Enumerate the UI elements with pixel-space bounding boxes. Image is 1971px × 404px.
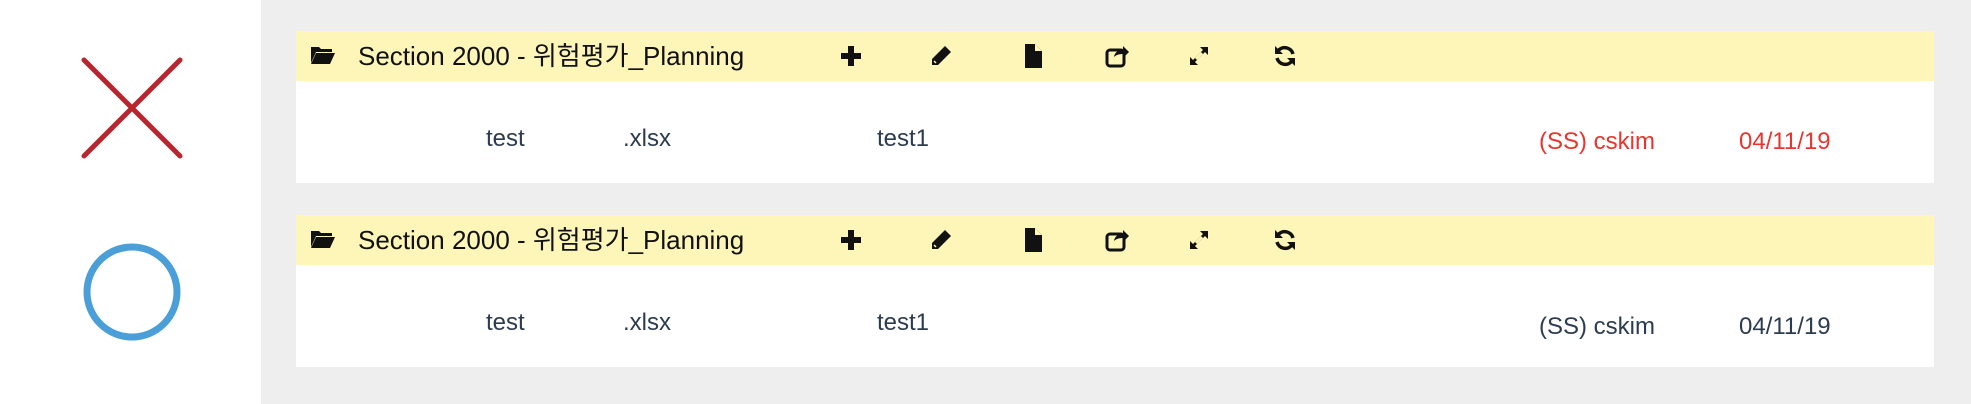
document-extension: .xlsx: [623, 309, 671, 336]
document-owner: (SS) cskim: [1539, 128, 1655, 155]
folder-open-icon[interactable]: [310, 45, 336, 65]
document-section-card: Section 2000 - 위험평가_Planning test .xlsx: [296, 215, 1934, 367]
document-section-card: Section 2000 - 위험평가_Planning test .xlsx: [296, 31, 1934, 183]
examples-panel: Section 2000 - 위험평가_Planning test .xlsx: [261, 0, 1971, 404]
document-date: 04/11/19: [1739, 128, 1831, 155]
document-name: test: [486, 309, 525, 336]
example-markers-column: [0, 0, 261, 404]
document-row[interactable]: [296, 265, 1934, 367]
refresh-icon[interactable]: [1272, 43, 1298, 69]
x-mark-icon: [81, 57, 183, 159]
expand-icon[interactable]: [1186, 227, 1212, 253]
folder-open-icon[interactable]: [310, 229, 336, 249]
section-header: Section 2000 - 위험평가_Planning: [296, 31, 1934, 81]
refresh-icon[interactable]: [1272, 227, 1298, 253]
plus-icon[interactable]: [838, 227, 864, 253]
plus-icon[interactable]: [838, 43, 864, 69]
share-icon[interactable]: [1104, 43, 1130, 69]
document-owner: (SS) cskim: [1539, 313, 1655, 340]
section-header: Section 2000 - 위험평가_Planning: [296, 215, 1934, 265]
document-description: test1: [877, 309, 930, 336]
section-title: Section 2000 - 위험평가_Planning: [358, 225, 745, 255]
document-extension: .xlsx: [623, 125, 671, 152]
document-date: 04/11/19: [1739, 313, 1831, 340]
expand-icon[interactable]: [1186, 43, 1212, 69]
circle-mark-icon: [83, 243, 181, 341]
pencil-icon[interactable]: [928, 227, 954, 253]
pencil-icon[interactable]: [928, 43, 954, 69]
file-icon[interactable]: [1020, 227, 1046, 253]
share-icon[interactable]: [1104, 227, 1130, 253]
document-name: test: [486, 125, 525, 152]
file-icon[interactable]: [1020, 43, 1046, 69]
section-title: Section 2000 - 위험평가_Planning: [358, 41, 745, 71]
document-description: test1: [877, 125, 930, 152]
document-row[interactable]: [296, 81, 1934, 183]
